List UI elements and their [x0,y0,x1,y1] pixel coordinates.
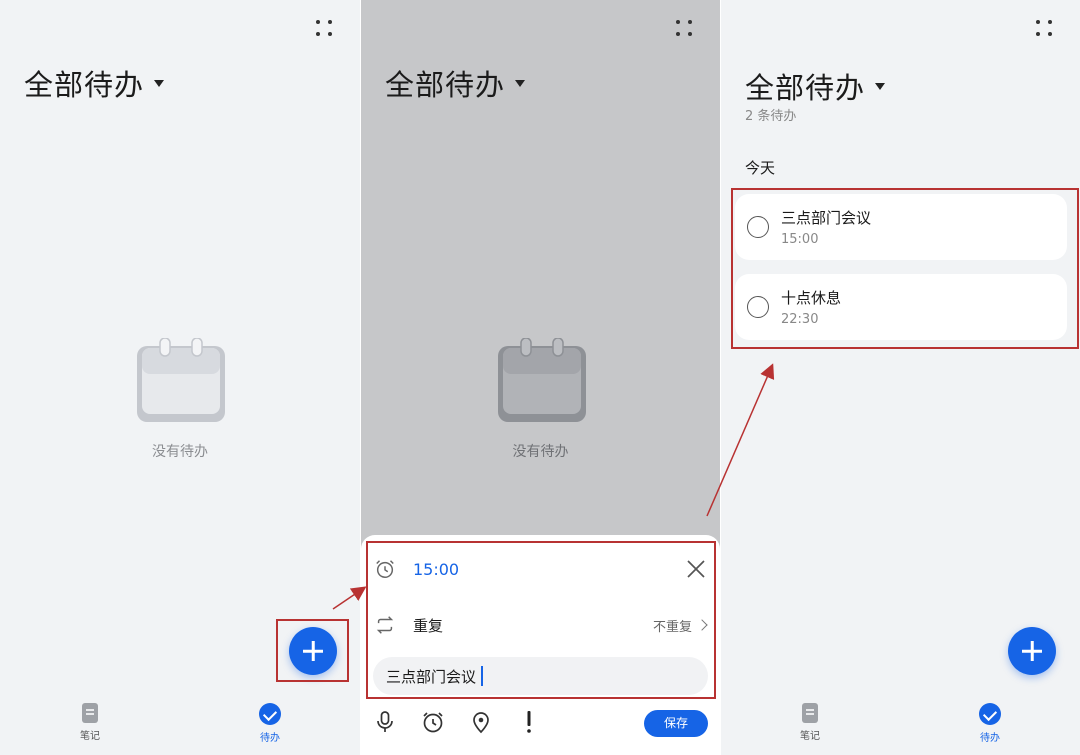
title-dropdown[interactable]: 全部待办 [745,65,886,107]
more-icon[interactable] [1036,20,1056,40]
save-button[interactable]: 保存 [644,710,708,737]
nav-label: 笔记 [80,731,100,742]
priority-icon[interactable] [516,709,542,735]
nav-item-notes[interactable]: 笔记 [790,703,830,742]
todo-item[interactable]: 三点部门会议 15:00 [735,194,1067,260]
add-todo-button[interactable] [1008,627,1056,675]
empty-state-text: 没有待办 [512,444,569,460]
calendar-empty-icon [498,338,586,422]
close-icon[interactable] [684,557,708,581]
todo-count: 2 条待办 [745,109,797,124]
add-todo-button[interactable] [289,627,337,675]
nav-label: 待办 [260,733,280,744]
alarm-icon [376,560,394,578]
dropdown-caret-icon [515,79,526,87]
bottom-nav: 笔记 待办 [0,695,360,755]
title-dropdown[interactable]: 全部待办 [24,62,165,104]
check-circle-icon [259,703,281,725]
page-title: 全部待办 [385,68,506,102]
nav-label: 笔记 [800,731,820,742]
repeat-value[interactable]: 不重复 [653,616,692,635]
complete-checkbox[interactable] [747,296,769,318]
title-dropdown[interactable]: 全部待办 [385,62,526,104]
reminder-time[interactable]: 15:00 [413,560,459,579]
dropdown-caret-icon [154,79,165,87]
repeat-icon [376,616,394,634]
calendar-empty-icon [137,338,225,422]
bottom-nav: 笔记 待办 [721,695,1080,755]
nav-item-todos[interactable]: 待办 [250,703,290,744]
alarm-icon[interactable] [420,709,446,735]
reminder-row[interactable]: 15:00 [361,549,720,589]
nav-label: 待办 [980,733,1000,744]
todo-title: 三点部门会议 [781,209,872,227]
screen-empty-todos: 全部待办 没有待办 笔记 待办 [0,0,360,755]
repeat-label: 重复 [413,616,444,635]
more-icon[interactable] [676,20,696,40]
note-icon [802,703,818,723]
todo-time: 15:00 [781,232,819,247]
task-input[interactable] [373,657,708,695]
section-header-today: 今天 [745,159,776,177]
repeat-row[interactable]: 重复 不重复 [361,605,720,645]
microphone-icon[interactable] [372,709,398,735]
todo-item[interactable]: 十点休息 22:30 [735,274,1067,340]
complete-checkbox[interactable] [747,216,769,238]
nav-item-notes[interactable]: 笔记 [70,703,110,742]
location-icon[interactable] [468,709,494,735]
screen-todo-list: 全部待办 2 条待办 今天 三点部门会议 15:00 十点休息 22:30 笔记… [721,0,1080,755]
chevron-right-icon [696,619,708,631]
screen-add-todo: 全部待办 没有待办 15:00 重复 不重复 三点部门会议 保存 [361,0,720,755]
more-icon[interactable] [316,20,336,40]
page-title: 全部待办 [745,71,866,105]
dropdown-caret-icon [875,82,886,90]
check-circle-icon [979,703,1001,725]
nav-item-todos[interactable]: 待办 [970,703,1010,744]
page-title: 全部待办 [24,68,145,102]
text-cursor [481,666,483,686]
todo-time: 22:30 [781,312,819,327]
empty-state-text: 没有待办 [152,444,208,460]
todo-title: 十点休息 [781,289,842,307]
note-icon [82,703,98,723]
